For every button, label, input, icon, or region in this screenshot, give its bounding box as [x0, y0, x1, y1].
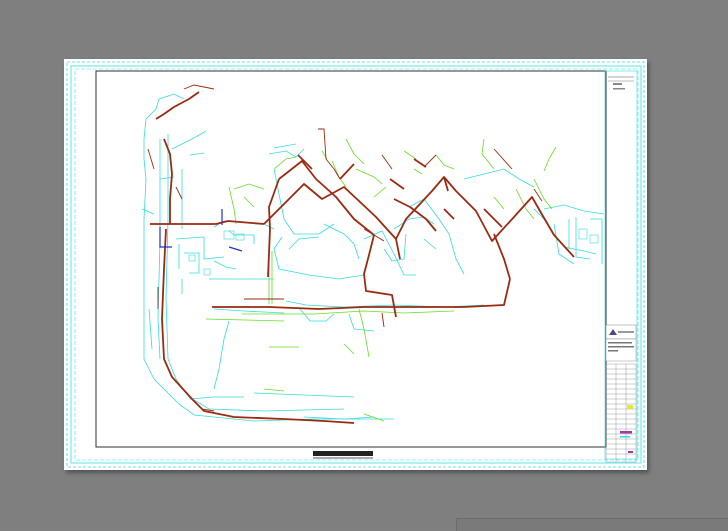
purple-stamp-small [628, 451, 633, 453]
drawing-title-block [313, 451, 373, 456]
info-text-bar [608, 350, 618, 352]
title-block-tag [613, 83, 622, 85]
red-layer-thin [147, 84, 543, 412]
outer-frame-dashed [66, 61, 645, 468]
status-bar-strip [456, 518, 728, 531]
logo-text-bar [618, 331, 634, 333]
drawing-sheet[interactable] [64, 59, 647, 470]
info-text-bar [608, 346, 634, 348]
blue-layer-lines [159, 209, 243, 252]
title-block-tag [613, 88, 625, 90]
outer-frame-solid [70, 65, 642, 464]
drawing-canvas[interactable] [64, 59, 647, 470]
title-block-table [605, 324, 637, 463]
drawing-area-border [95, 70, 607, 448]
yellow-stamp [627, 405, 633, 409]
red-layer-lines [150, 91, 575, 424]
info-text-bar [608, 342, 632, 344]
signature-grid [605, 363, 637, 463]
green-layer-lines [205, 138, 557, 422]
title-block-frame [604, 70, 638, 460]
drawing-viewport[interactable] [0, 0, 728, 531]
cyan-layer-lines [141, 93, 605, 422]
purple-stamp [620, 431, 632, 434]
cyan-stamp [620, 436, 630, 438]
